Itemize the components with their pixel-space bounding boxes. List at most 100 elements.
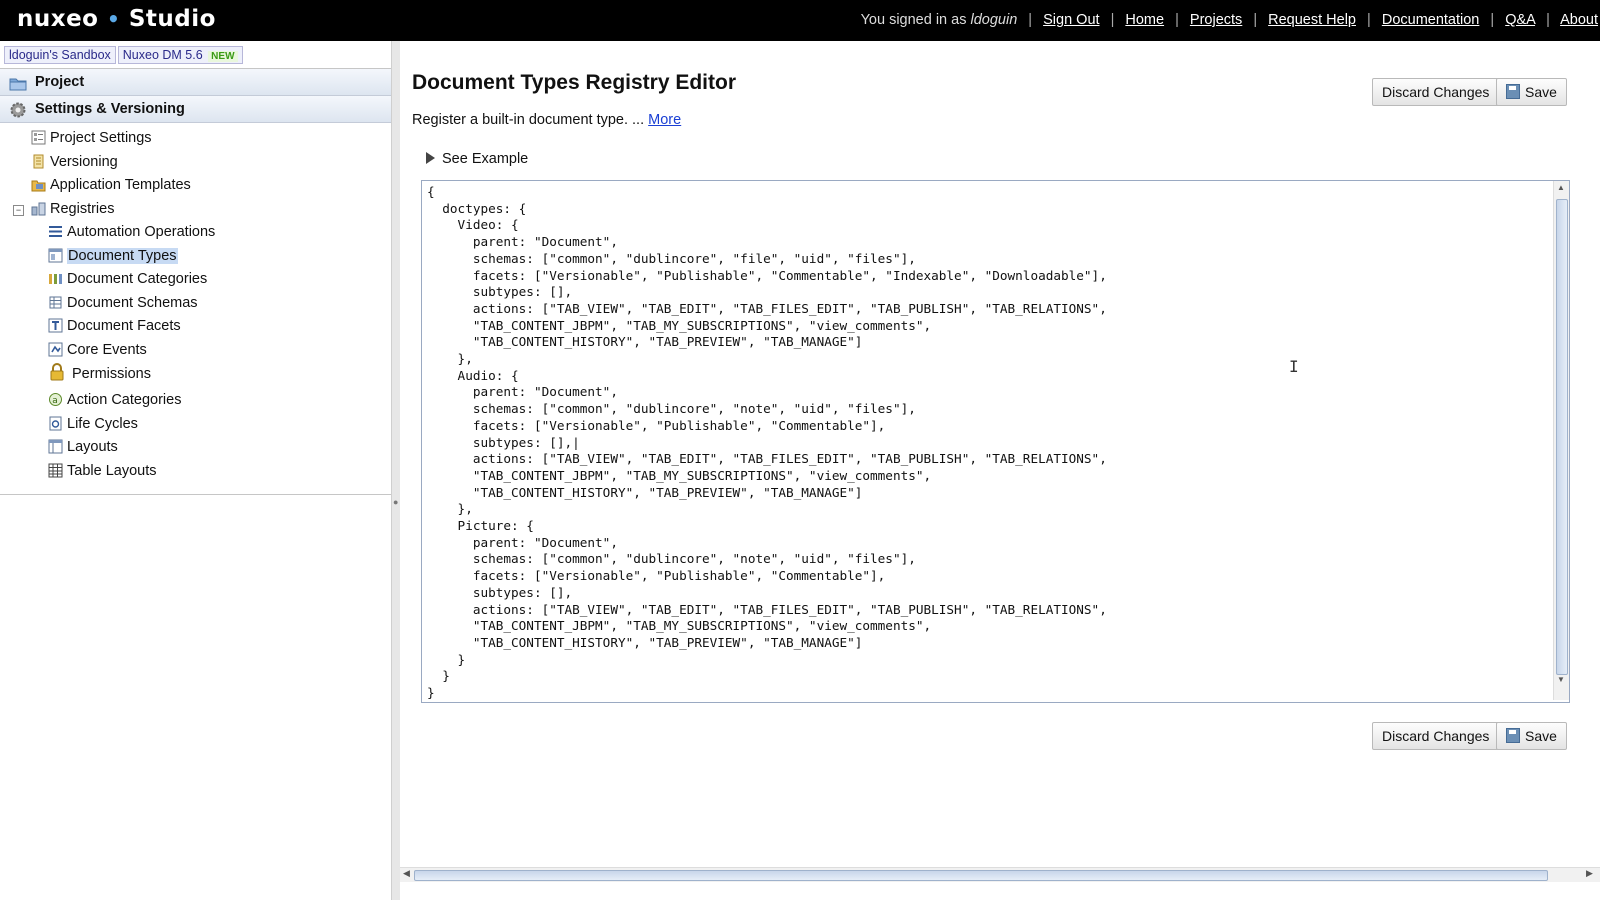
discard-changes-button[interactable]: Discard Changes (1372, 78, 1500, 106)
sidebar-item-label: Action Categories (67, 392, 182, 408)
automation-operations-icon (48, 224, 63, 239)
gear-icon (9, 101, 27, 128)
section-project[interactable]: Project (0, 69, 391, 96)
sidebar-item-label: Document Types (67, 248, 178, 264)
username: ldoguin (970, 12, 1018, 28)
expand-triangle-icon (426, 152, 435, 164)
sandbox-chip[interactable]: ldoguin's Sandbox (4, 46, 116, 64)
sidebar-item-table-layouts[interactable]: Table Layouts (48, 461, 156, 481)
about-link[interactable]: About (1560, 12, 1598, 28)
sidebar-item-label: Project Settings (50, 130, 152, 146)
registries-icon (31, 201, 46, 216)
nav-separator: | (1028, 12, 1033, 28)
sidebar-item-automation-operations[interactable]: Automation Operations (48, 222, 215, 242)
request-help-link[interactable]: Request Help (1268, 12, 1356, 28)
project-chips: ldoguin's Sandbox Nuxeo DM 5.6 NEW (4, 46, 245, 64)
sidebar-item-label: Table Layouts (67, 463, 157, 479)
section-project-label: Project (35, 74, 85, 90)
description-text: Register a built-in document type. ... (412, 112, 645, 128)
splitter-grip-icon: ● (393, 497, 399, 507)
sidebar-item-core-events[interactable]: Core Events (48, 340, 147, 360)
nav-separator: | (1253, 12, 1258, 28)
save-button-bottom[interactable]: Save (1496, 722, 1567, 750)
code-editor-content[interactable]: { doctypes: { Video: { parent: "Document… (427, 184, 1107, 702)
save-label: Save (1525, 728, 1557, 744)
save-button[interactable]: Save (1496, 78, 1567, 106)
life-cycles-icon (48, 416, 63, 431)
editor-vertical-scrollbar[interactable]: ▲ ▼ (1553, 181, 1569, 700)
scroll-right-icon[interactable]: ▶ (1586, 868, 1593, 879)
sidebar-item-label: Versioning (50, 154, 118, 170)
see-example-toggle[interactable]: See Example (426, 151, 528, 167)
sidebar-item-layouts[interactable]: Layouts (48, 437, 118, 457)
versioning-icon (31, 154, 46, 169)
sidebar-item-document-schemas[interactable]: Document Schemas (48, 293, 198, 313)
logo-dot: • (107, 7, 121, 31)
sidebar-item-label: Registries (50, 201, 115, 217)
application-templates-icon (31, 177, 46, 192)
nuxeo-studio-logo[interactable]: nuxeo • Studio (17, 6, 216, 32)
more-link[interactable]: More (648, 112, 681, 128)
sidebar-item-label: Application Templates (50, 177, 191, 193)
top-bar: nuxeo • Studio You signed in as ldoguin … (0, 0, 1600, 41)
new-badge: NEW (208, 51, 238, 62)
scroll-down-icon[interactable]: ▼ (1556, 675, 1566, 687)
discard-changes-button-bottom[interactable]: Discard Changes (1372, 722, 1500, 750)
target-platform-chip[interactable]: Nuxeo DM 5.6 NEW (117, 46, 243, 64)
document-types-icon (48, 248, 63, 263)
nav-separator: | (1110, 12, 1115, 28)
registries-collapse-toggle[interactable]: − (13, 205, 24, 216)
sidebar-item-document-facets[interactable]: Document Facets (48, 316, 181, 336)
document-facets-icon (48, 318, 63, 333)
sidebar-item-registries[interactable]: Registries (31, 199, 114, 219)
see-example-label: See Example (442, 151, 529, 167)
sidebar-item-label: Document Categories (67, 271, 208, 287)
lock-icon (48, 363, 68, 381)
document-categories-icon (48, 271, 63, 286)
panel-splitter[interactable]: ● (391, 41, 400, 900)
sidebar-item-application-templates[interactable]: Application Templates (31, 175, 191, 195)
sidebar-item-label: Document Schemas (67, 295, 198, 311)
sidebar-item-project-settings[interactable]: Project Settings (31, 128, 152, 148)
section-settings-label: Settings & Versioning (35, 101, 185, 117)
scroll-up-icon[interactable]: ▲ (1556, 183, 1566, 195)
main-horizontal-scrollbar[interactable]: ◀ ▶ (400, 867, 1600, 882)
project-settings-icon (31, 130, 46, 145)
sidebar-item-label: Core Events (67, 342, 147, 358)
main-scroll-thumb[interactable] (414, 870, 1548, 881)
document-schemas-icon (48, 295, 63, 310)
scroll-left-icon[interactable]: ◀ (403, 868, 410, 879)
table-layouts-icon (48, 463, 63, 478)
editor-scroll-thumb[interactable] (1556, 199, 1568, 675)
sidebar-item-life-cycles[interactable]: Life Cycles (48, 414, 138, 434)
documentation-link[interactable]: Documentation (1382, 12, 1480, 28)
save-icon (1506, 728, 1520, 743)
sidebar-item-action-categories[interactable]: a Action Categories (48, 390, 181, 410)
sidebar-item-document-categories[interactable]: Document Categories (48, 269, 207, 289)
sidebar-item-versioning[interactable]: Versioning (31, 152, 118, 172)
action-categories-icon: a (48, 392, 63, 407)
layouts-icon (48, 439, 63, 454)
save-label: Save (1525, 84, 1557, 100)
logo-text-right: Studio (128, 6, 216, 32)
svg-text:a: a (52, 396, 58, 406)
sign-out-link[interactable]: Sign Out (1043, 12, 1099, 28)
sidebar-item-document-types[interactable]: Document Types (48, 246, 178, 266)
sidebar-item-label: Permissions (72, 366, 151, 382)
sidebar-item-permissions[interactable]: Permissions (48, 363, 151, 383)
projects-link[interactable]: Projects (1190, 12, 1242, 28)
main-content: Document Types Registry Editor Discard C… (400, 41, 1600, 900)
code-editor[interactable]: { doctypes: { Video: { parent: "Document… (421, 180, 1570, 703)
logo-text-left: nuxeo (17, 6, 99, 32)
sidebar-item-label: Layouts (67, 439, 118, 455)
target-platform-label: Nuxeo DM 5.6 (122, 48, 203, 62)
text-cursor-icon: I (1289, 357, 1299, 376)
save-icon (1506, 84, 1520, 99)
home-link[interactable]: Home (1125, 12, 1164, 28)
nav-separator: | (1175, 12, 1179, 28)
section-settings-versioning[interactable]: Settings & Versioning (0, 96, 391, 123)
sidebar-item-label: Automation Operations (67, 224, 216, 240)
nav-separator: | (1367, 12, 1371, 28)
qa-link[interactable]: Q&A (1505, 12, 1535, 28)
sidebar: Project Settings & Versioning − Project … (0, 68, 392, 495)
